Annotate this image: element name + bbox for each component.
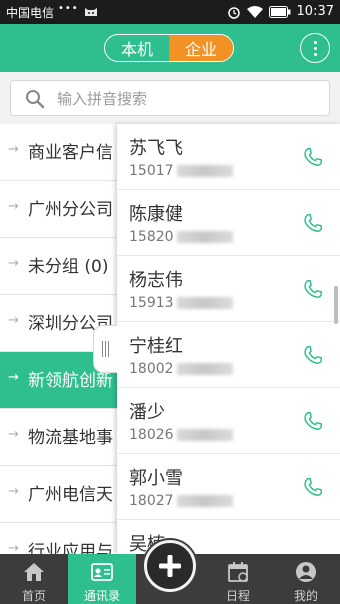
drawer-handle[interactable]	[93, 325, 117, 373]
tab-label: 我的	[293, 589, 318, 603]
grip-line	[108, 341, 109, 357]
contact-name: 宁桂红	[129, 336, 183, 357]
number-redaction	[177, 231, 233, 243]
more-options-button[interactable]	[300, 33, 330, 63]
contact-number: 15820	[129, 229, 174, 245]
number-redaction	[177, 495, 233, 507]
home-icon	[24, 563, 44, 581]
scrollbar-thumb[interactable]	[334, 286, 338, 324]
search-icon	[26, 90, 45, 109]
chevron-right-icon: →	[8, 142, 19, 157]
number-redaction	[177, 363, 233, 375]
tab-label: 通讯录	[83, 589, 120, 603]
phone-icon[interactable]	[302, 278, 324, 300]
chevron-right-icon: →	[8, 313, 19, 328]
chevron-right-icon: →	[8, 427, 19, 442]
contact-name: 苏飞飞	[129, 138, 183, 159]
carrier-name: 中国电信	[6, 6, 55, 20]
wifi-icon	[246, 5, 263, 18]
group-label: 广州电信天	[28, 485, 113, 505]
app-header: 本机 企业	[0, 24, 340, 72]
add-button[interactable]	[144, 540, 196, 592]
number-redaction	[177, 165, 233, 177]
contact-row[interactable]: 潘少 18026	[117, 388, 340, 454]
more-dot	[313, 52, 317, 56]
tab-contacts[interactable]: 通讯录	[68, 554, 136, 604]
cat-icon	[85, 8, 97, 16]
search-input[interactable]	[57, 87, 317, 111]
phone-icon[interactable]	[302, 146, 324, 168]
contact-name: 杨志伟	[129, 270, 183, 291]
contact-row[interactable]: 郭小雪 18027	[117, 454, 340, 520]
chevron-right-icon: →	[8, 370, 19, 385]
grip-line	[102, 341, 103, 357]
group-label: 物流基地事	[28, 428, 113, 448]
contact-number: 18026	[129, 427, 174, 443]
plus-icon	[159, 555, 181, 577]
profile-icon	[296, 562, 316, 582]
clock: 10:37	[296, 4, 334, 19]
more-dot	[313, 46, 317, 50]
battery-icon	[268, 5, 291, 18]
group-label: 广州分公司	[28, 200, 113, 220]
group-label: 商业客户信	[28, 143, 113, 163]
search-bar	[0, 72, 340, 124]
contact-row[interactable]: 宁桂红 18002	[117, 322, 340, 388]
search-box[interactable]	[10, 80, 330, 116]
number-redaction	[177, 297, 233, 309]
contacts-icon	[91, 563, 113, 581]
contact-row[interactable]: 陈康健 15820	[117, 190, 340, 256]
tab-local[interactable]: 本机	[105, 35, 169, 61]
contact-number: 15913	[129, 295, 174, 311]
contact-row[interactable]: 杨志伟 15913	[117, 256, 340, 322]
grip-line	[105, 341, 106, 357]
contact-panel: 苏飞飞 15017 陈康健 15820 杨志伟 15913 宁桂红 18002 …	[117, 124, 340, 554]
status-bar: 中国电信 ••• 10:37	[0, 0, 340, 24]
phone-icon[interactable]	[302, 344, 324, 366]
tab-schedule[interactable]: 日程	[204, 554, 272, 604]
contact-number: 18002	[129, 361, 174, 377]
contact-name: 潘少	[129, 402, 165, 423]
contact-number: 18027	[129, 493, 174, 509]
number-redaction	[177, 429, 233, 441]
group-label: 未分组 (0)	[28, 257, 109, 277]
phone-icon[interactable]	[302, 212, 324, 234]
signal-dots: •••	[58, 3, 79, 14]
calendar-icon	[228, 562, 248, 582]
tab-enterprise[interactable]: 企业	[169, 35, 233, 61]
alarm-icon	[227, 6, 240, 19]
contact-number: 15017	[129, 163, 174, 179]
chevron-right-icon: →	[8, 484, 19, 499]
contact-name: 郭小雪	[129, 468, 183, 489]
phone-icon[interactable]	[302, 476, 324, 498]
chevron-right-icon: →	[8, 199, 19, 214]
source-toggle: 本机 企业	[104, 34, 234, 62]
tab-profile[interactable]: 我的	[272, 554, 340, 604]
chevron-right-icon: →	[8, 256, 19, 271]
phone-icon[interactable]	[302, 410, 324, 432]
contact-row[interactable]: 苏飞飞 15017	[117, 124, 340, 190]
tab-home[interactable]: 首页	[0, 554, 68, 604]
tab-label: 首页	[21, 589, 46, 603]
more-dot	[313, 40, 317, 44]
contact-name: 陈康健	[129, 204, 183, 225]
tab-label: 日程	[225, 589, 250, 603]
